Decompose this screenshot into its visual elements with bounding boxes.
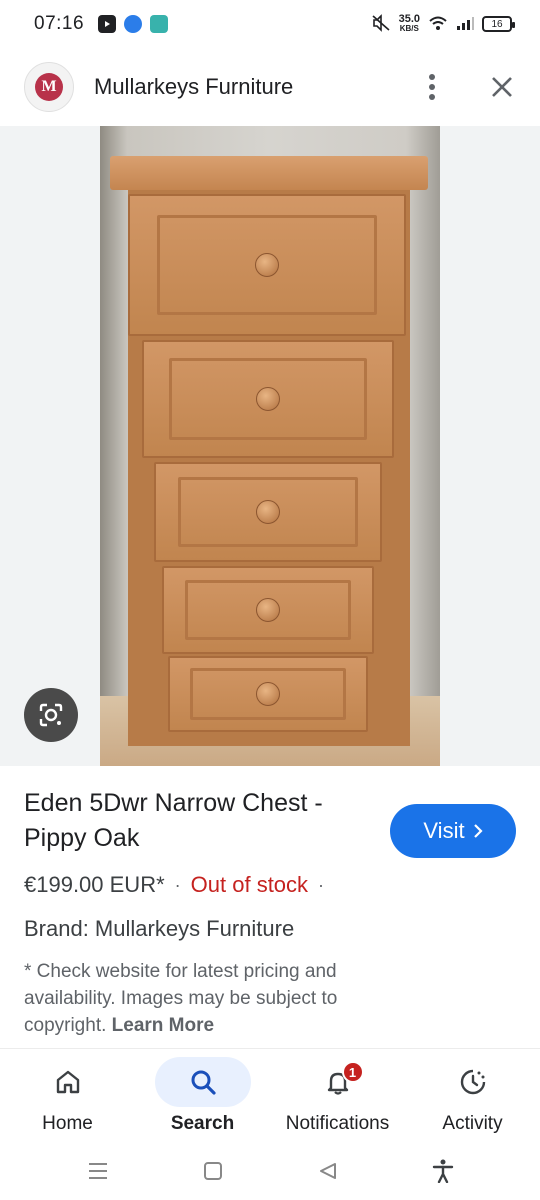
lens-camera-icon: [39, 703, 63, 727]
messenger-icon: [124, 15, 143, 33]
nav-notifications-label: Notifications: [285, 1113, 390, 1134]
more-options-button[interactable]: [418, 73, 446, 101]
home-system-button[interactable]: [199, 1157, 227, 1185]
price: €199.00 EUR*: [24, 872, 165, 897]
drawer-2: [142, 340, 394, 458]
nav-search[interactable]: Search: [135, 1049, 270, 1142]
accessibility-button[interactable]: [429, 1157, 457, 1185]
close-icon: [492, 77, 512, 97]
site-name: Mullarkeys Furniture: [94, 74, 294, 99]
visit-label: Visit: [423, 818, 465, 843]
nav-home-label: Home: [42, 1113, 93, 1134]
search-icon: [191, 1070, 216, 1095]
back-triangle-icon: [319, 1163, 336, 1179]
lens-search-button[interactable]: [24, 688, 78, 742]
drawer-5: [168, 656, 368, 732]
nav-home[interactable]: Home: [0, 1049, 135, 1142]
square-icon: [203, 1162, 222, 1180]
site-logo-mark: M: [35, 73, 63, 101]
chest-top: [110, 156, 428, 190]
separator-dot: ·: [174, 874, 181, 895]
site-logo: M: [24, 62, 74, 112]
source-header: M Mullarkeys Furniture: [0, 48, 540, 126]
learn-more-link[interactable]: Learn More: [112, 1015, 214, 1036]
close-button[interactable]: [488, 73, 516, 101]
separator-dot: ·: [318, 874, 325, 895]
bottom-nav: Home Search 1 Notifications Activity: [0, 1048, 540, 1142]
accessibility-icon: [432, 1159, 453, 1183]
nav-activity[interactable]: Activity: [405, 1049, 540, 1142]
chat-app-icon: [150, 15, 169, 33]
product-image-area: [0, 126, 540, 766]
network-speed: 35.0 KB/S: [399, 14, 420, 34]
net-speed-unit: KB/S: [399, 24, 419, 33]
status-bar: 07:16 35.0 KB/S 16: [0, 0, 540, 48]
signal-icon: [456, 15, 474, 34]
product-image[interactable]: [100, 126, 440, 766]
youtube-icon: [98, 15, 117, 33]
notification-badge: 1: [341, 1061, 364, 1083]
battery-icon: 16: [482, 16, 515, 32]
mute-icon: [371, 13, 391, 35]
nav-notifications[interactable]: 1 Notifications: [270, 1049, 405, 1142]
wifi-icon: [428, 15, 448, 34]
chevron-right-icon: [473, 824, 483, 838]
product-title[interactable]: Eden 5Dwr Narrow Chest - Pippy Oak: [24, 786, 364, 856]
more-vert-icon: [429, 74, 435, 100]
battery-level: 16: [491, 18, 503, 30]
nav-search-label: Search: [170, 1113, 235, 1134]
brand: Brand: Mullarkeys Furniture: [24, 916, 295, 941]
back-button[interactable]: [314, 1157, 342, 1185]
title-row: Eden 5Dwr Narrow Chest - Pippy Oak Visit: [24, 786, 516, 858]
product-info: Eden 5Dwr Narrow Chest - Pippy Oak Visit…: [0, 766, 540, 1048]
system-nav-bar: [0, 1142, 540, 1200]
drawer-1: [128, 194, 406, 336]
net-speed-value: 35.0: [398, 13, 420, 25]
disclaimer: * Check website for latest pricing and a…: [24, 958, 384, 1039]
price-row: €199.00 EUR* · Out of stock ·: [24, 872, 516, 898]
home-icon: [56, 1070, 79, 1094]
drawer-3: [154, 462, 382, 562]
status-indicators: 35.0 KB/S 16: [371, 13, 515, 35]
drawer-4: [162, 566, 374, 654]
stock-status: Out of stock: [190, 872, 309, 897]
menu-lines-icon: [88, 1163, 107, 1179]
status-app-icons: [98, 15, 169, 33]
nav-activity-label: Activity: [442, 1113, 503, 1134]
recents-button[interactable]: [84, 1157, 112, 1185]
status-time: 07:16: [34, 13, 85, 34]
activity-icon: [460, 1069, 485, 1095]
visit-button[interactable]: Visit: [390, 804, 516, 858]
header-actions: [418, 73, 516, 101]
